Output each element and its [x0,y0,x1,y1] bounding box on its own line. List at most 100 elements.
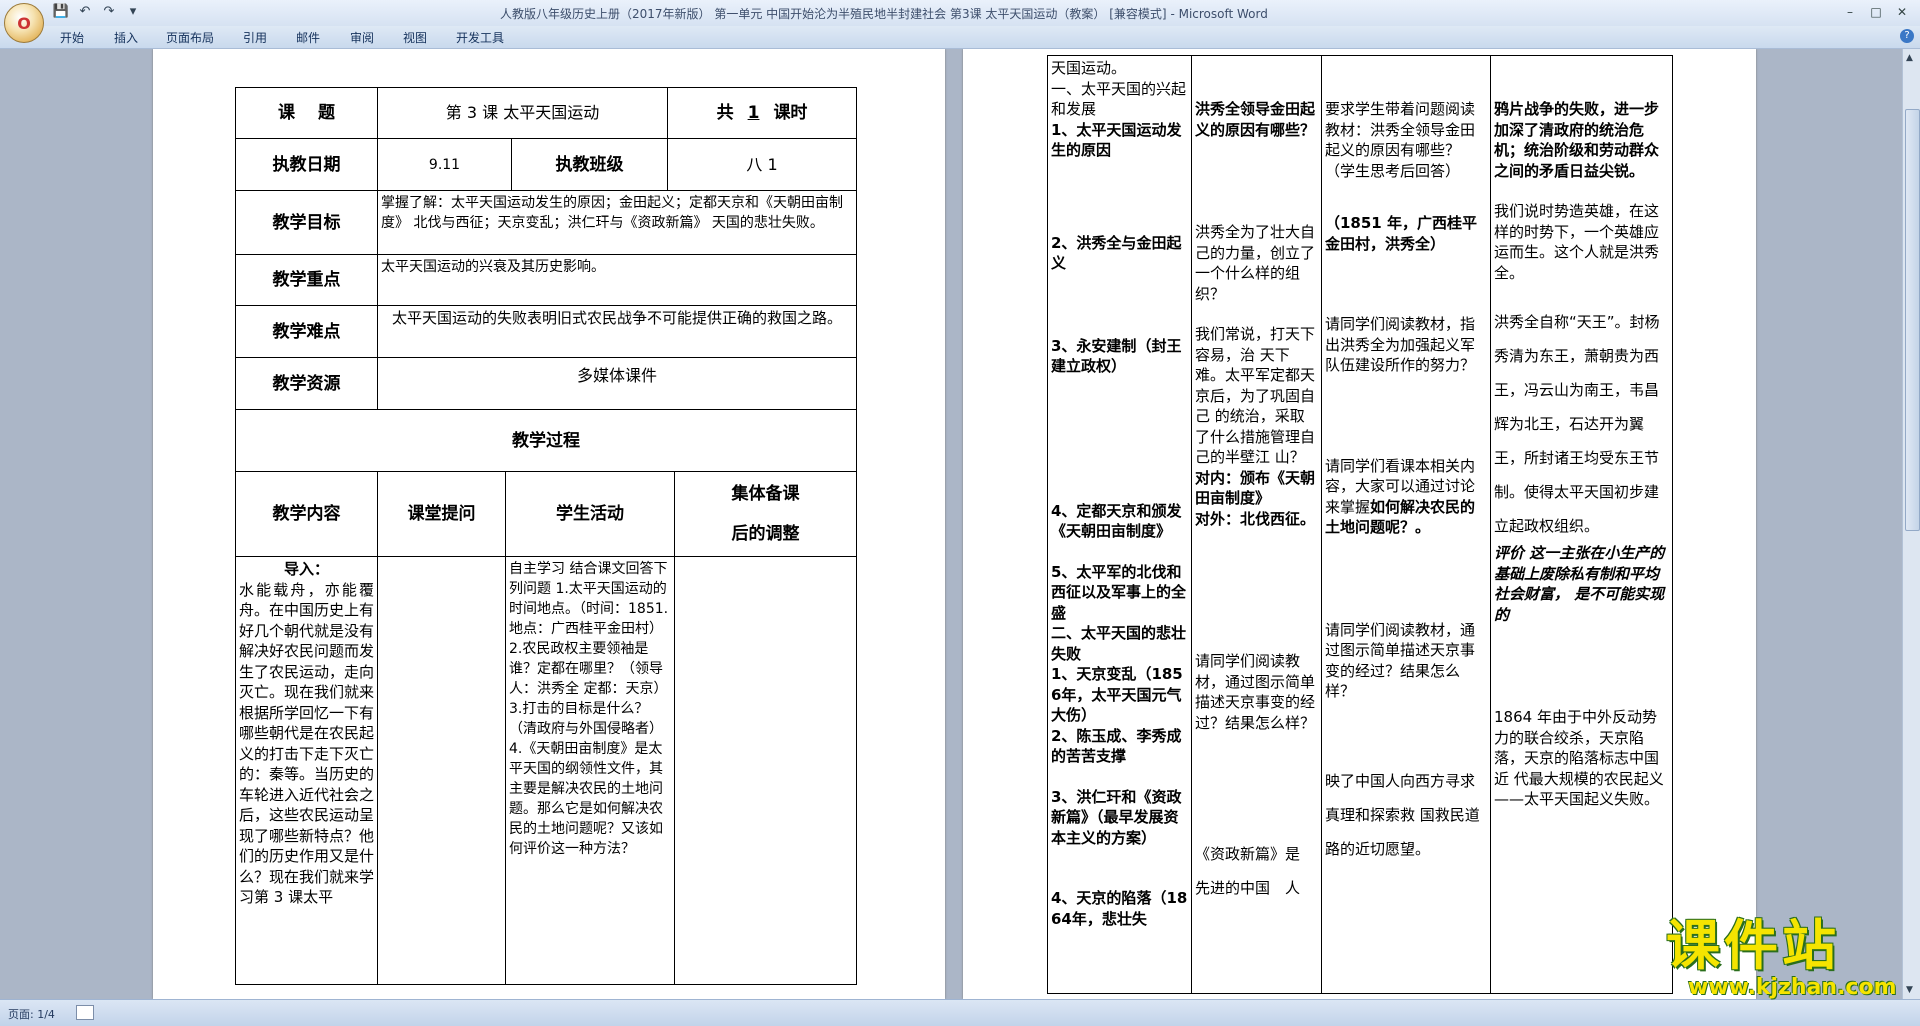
section-heading: 一、太平天国的兴起和发展 [1051,79,1187,119]
tab-insert[interactable]: 插入 [114,29,138,46]
period-prefix: 共 [716,103,734,123]
document-page-1[interactable]: 课 题 第 3 课 太平天国运动 共 1 课时 执教日期 9.11 执教班级 八 1… [153,49,945,999]
tab-home[interactable]: 开始 [60,29,84,46]
col-header-activity: 学生活动 [505,471,675,557]
focus-label: 教学重点 [235,254,378,306]
period-cell: 共 1 课时 [667,87,858,139]
question-3: 我们常说，打天下容易，治 天下难。太平军定都天京后，为了巩固自己 的统治，采取了… [1195,325,1316,466]
process-label: 教学过程 [234,409,858,472]
adjust-cell-empty [674,556,857,985]
question-cell: 洪秀全领导金田起义的原因有哪些？ 洪秀全为了壮大自己的力量，创立了一个什么样的组… [1191,55,1322,994]
intro-cell: 导入： 水能载舟，亦能覆舟。在中国历史上有好几个朝代就是没有解决好农民问题而发生… [235,556,378,985]
question-2: 洪秀全为了壮大自己的力量，创立了一个什么样的组织？ [1195,223,1316,303]
question-6a: 《资政新篇》是 [1195,845,1301,863]
content-line: 天国运动。 [1051,59,1127,77]
content-line: 1、太平天国运动发生的原因 [1051,120,1182,160]
content-line: 4、定都天京和颁发《天朝田亩制度》 [1051,501,1182,541]
question-4b: 对外：北伐西征。 [1195,509,1316,528]
period-count: 1 [747,103,760,123]
teaching-process-table-continued: 天国运动。 一、太平天国的兴起和发展 1、太平天国运动发生的原因 2、洪秀全与金… [1047,55,1673,994]
help-icon[interactable]: ? [1900,29,1914,43]
adjust-5: 1864 年由于中外反动势力的联合绞杀，天京陷落，天京的陷落标志中国近 代最大规… [1494,708,1664,808]
quick-access-toolbar: 💾 ↶ ↷ ▾ [50,4,142,19]
tab-review[interactable]: 审阅 [350,29,374,46]
tab-references[interactable]: 引用 [243,29,267,46]
topic-value: 第 3 课 太平天国运动 [376,87,669,139]
adjust-header-line1: 集体备课 [731,484,800,504]
adjust-1: 鸦片战争的失败，进一步加深了清政府的统治危机；统治阶级和劳动群众之间的矛盾日益尖… [1494,100,1660,180]
activity-6: 映了中国人向西方寻求真理和探索救 国救民道路的近切愿望。 [1325,771,1480,858]
office-logo-icon: O [17,13,31,33]
watermark-url: www.kjzhan.com [1688,975,1897,1000]
title-bar: 💾 ↶ ↷ ▾ 人教版八年级历史上册（2017年新版） 第一单元 中国开始沦为半… [0,0,1920,26]
intro-title: 导入： [283,560,329,578]
date-value: 9.11 [377,138,512,191]
teaching-process-table: 教学内容 课堂提问 学生活动 集体备课 后的调整 导入： 水能载舟，亦能覆舟。在中… [235,471,857,985]
close-button[interactable]: ✕ [1890,3,1914,21]
watermark-name: 课件站 [1666,914,1840,977]
goal-value: 掌握了解：太平天国运动发生的原因；金田起义；定都天京和《天朝田亩制度》 北伐与西… [376,190,858,255]
activity-2: （1851 年，广西桂平金田村，洪秀全） [1325,214,1477,253]
window-title: 人教版八年级历史上册（2017年新版） 第一单元 中国开始沦为半殖民地半封建社会… [500,7,1268,21]
difficulty-value: 太平天国运动的失败表明旧式农民战争不可能提供正确的救国之路。 [376,305,858,358]
content-line: 5、太平军的北伐和西征以及军事上的全盛 [1051,562,1187,622]
section-heading: 二、太平天国的悲壮失败 [1051,624,1187,663]
activity-3: 请同学们阅读教材，指出洪秀全为加强起义军队伍建设所作的努力？ [1325,315,1476,374]
app-name: Microsoft Word [1178,7,1268,21]
ribbon-tabs: 开始 插入 页面布局 引用 邮件 审阅 视图 开发工具 [0,26,1920,49]
document-workspace: 课 题 第 3 课 太平天国运动 共 1 课时 执教日期 9.11 执教班级 八 1… [0,49,1902,999]
question-6b: 先进的中国 人 [1195,879,1301,897]
lesson-plan-header-table: 课 题 第 3 课 太平天国运动 共 1 课时 执教日期 9.11 执教班级 八 1… [234,87,858,472]
office-button[interactable]: O [4,3,44,43]
page-indicator[interactable]: 页面: 1/4 [8,1006,55,1022]
goal-label: 教学目标 [235,190,378,255]
class-label: 执教班级 [510,138,669,191]
resource-label: 教学资源 [235,357,378,410]
save-icon[interactable]: 💾 [52,4,70,19]
content-line: 2、洪秀全与金田起义 [1051,233,1182,273]
difficulty-label: 教学难点 [235,305,378,358]
focus-value: 太平天国运动的兴衰及其历史影响。 [376,254,858,306]
intro-text: 水能载舟，亦能覆舟。在中国历史上有好几个朝代就是没有解决好农民问题而发生了农民运… [239,580,375,907]
student-activity-cell: 自主学习 结合课文回答下列问题 1.太平天国运动的时间地点。（时间：1851.地… [505,556,675,985]
adjust-2: 我们说时势造英雄，在这样的时势下，一个英雄应运而生。这个人就是洪秀全。 [1494,202,1660,282]
question-5: 请同学们阅读教材，通过图示简单描述天京事变的经过？结果怎么样？ [1195,652,1316,732]
minimize-button[interactable]: – [1838,3,1862,21]
status-bar: 页面: 1/4 [0,999,1920,1026]
scroll-up-icon[interactable]: ▲ [1906,53,1913,63]
col-header-adjust: 集体备课 后的调整 [674,471,857,557]
vertical-scrollbar[interactable]: ▲ ▼ [1902,49,1920,999]
content-line: 3、洪仁玕和《资政新篇》（最早发展资本主义的方案） [1051,787,1182,847]
date-label: 执教日期 [235,138,378,191]
activity-5: 请同学们阅读教材，通过图示简单描述天京事变的经过？结果怎么样？ [1325,620,1476,701]
topic-label: 课 题 [235,87,378,139]
question-cell-empty [377,556,506,985]
window-controls: – □ ✕ [1838,3,1914,21]
undo-icon[interactable]: ↶ [76,4,94,19]
resource-value: 多媒体课件 [376,357,858,410]
activity-cell: 要求学生带着问题阅读教材：洪秀全领导金田起义的原因有哪些？（学生思考后回答） （… [1321,55,1491,994]
content-line: 4、天京的陷落（1864年，悲壮失 [1051,889,1188,928]
scrollbar-thumb[interactable] [1905,109,1920,531]
content-line: 2、陈玉成、李秀成的苦苦支撑 [1051,726,1182,766]
question-6: 《资政新篇》是 先进的中国 人 [1195,837,1318,905]
redo-icon[interactable]: ↷ [100,4,118,19]
tab-view[interactable]: 视图 [403,29,427,46]
customize-toolbar-icon[interactable]: ▾ [124,4,142,19]
maximize-button[interactable]: □ [1864,3,1888,21]
question-4a: 对内：颁布《天朝田亩制度》 [1195,468,1316,508]
tab-page-layout[interactable]: 页面布局 [166,29,214,46]
col-header-content: 教学内容 [235,471,378,557]
tab-developer[interactable]: 开发工具 [456,29,504,46]
watermark-logo: 课件站 www.kjzhan.com [1666,917,1910,1013]
col-header-question: 课堂提问 [377,471,506,557]
question-1: 洪秀全领导金田起义的原因有哪些？ [1195,100,1316,139]
tab-mailings[interactable]: 邮件 [296,29,320,46]
adjust-4: 评价 这一主张在小生产的基础上废除私有制和平均社会财富， 是不可能实现的 [1494,544,1665,624]
class-value: 八 1 [667,138,858,191]
proofing-icon[interactable] [76,1005,94,1020]
adjust-cell: 鸦片战争的失败，进一步加深了清政府的统治危机；统治阶级和劳动群众之间的矛盾日益尖… [1490,55,1673,994]
activity-4: 请同学们看课本相关内容，大家可以通过讨论来掌握如何解决农民的土地问题呢？。 [1325,456,1487,538]
document-page-2[interactable]: 天国运动。 一、太平天国的兴起和发展 1、太平天国运动发生的原因 2、洪秀全与金… [963,49,1756,999]
content-outline-cell: 天国运动。 一、太平天国的兴起和发展 1、太平天国运动发生的原因 2、洪秀全与金… [1047,55,1192,994]
